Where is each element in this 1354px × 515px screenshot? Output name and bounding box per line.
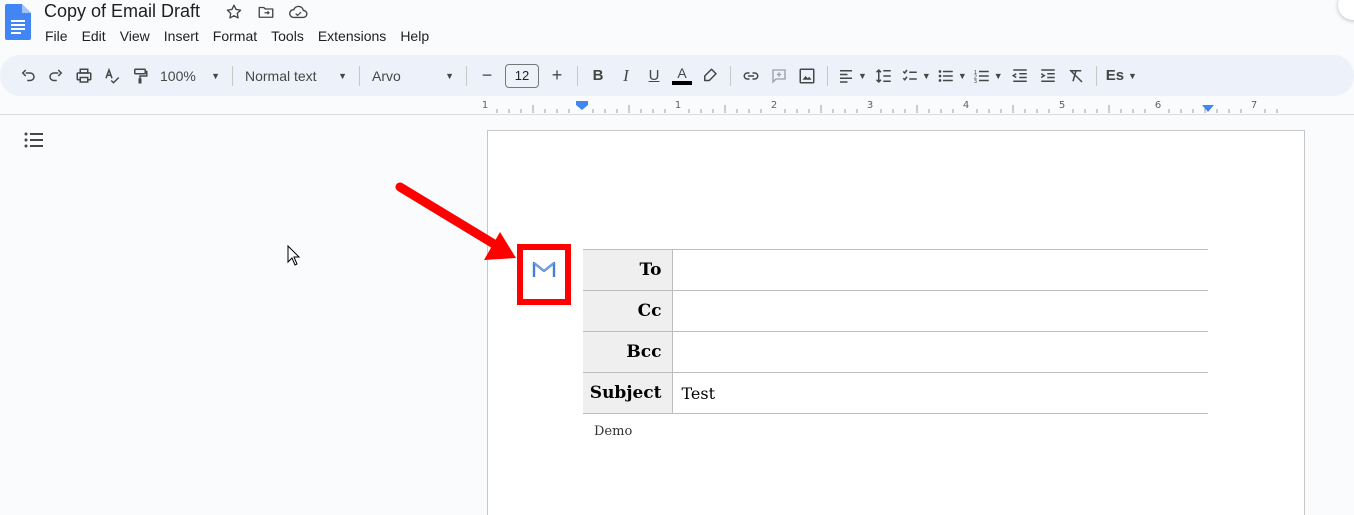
spellcheck-button[interactable] (98, 62, 126, 90)
ruler-label: 6 (1155, 100, 1161, 111)
style-select[interactable]: Normal text ▼ (239, 62, 353, 90)
bold-button[interactable]: B (584, 62, 612, 90)
mouse-cursor-icon (287, 245, 301, 266)
ruler-label: 7 (1251, 100, 1257, 111)
decrease-indent-button[interactable] (1006, 62, 1034, 90)
divider (232, 65, 233, 86)
to-field[interactable] (671, 249, 1208, 291)
ruler-label: 1 (675, 100, 681, 111)
move-to-folder-icon[interactable] (256, 2, 276, 22)
side-panel-toggle[interactable] (1338, 0, 1354, 20)
style-value: Normal text (245, 67, 317, 84)
divider (730, 65, 731, 86)
highlight-color-button[interactable] (696, 62, 724, 90)
chevron-down-icon: ▼ (211, 70, 220, 81)
bulleted-list-button[interactable]: ▼ (934, 62, 970, 90)
toolbar: 100% ▼ Normal text ▼ Arvo ▼ − 12 + B I U… (0, 55, 1354, 96)
subject-field[interactable]: Test (671, 372, 1208, 414)
underline-button[interactable]: U (640, 62, 668, 90)
text-color-swatch (672, 81, 692, 85)
ruler-label: 5 (1059, 100, 1065, 111)
email-row-subject: Subject Test (583, 372, 1208, 414)
document-title[interactable]: Copy of Email Draft (44, 1, 200, 22)
divider (466, 65, 467, 86)
increase-font-size-button[interactable]: + (543, 62, 571, 90)
font-size-input[interactable]: 12 (505, 63, 539, 88)
checklist-button[interactable]: ▼ (898, 62, 934, 90)
chevron-down-icon: ▼ (993, 70, 1003, 81)
ruler-label: 1 (482, 100, 488, 111)
email-body-text[interactable]: Demo (594, 424, 632, 439)
menu-file[interactable]: File (38, 27, 75, 45)
email-draft-table: To Cc Bcc Subject Test (583, 249, 1208, 414)
email-field-label: To (583, 249, 672, 291)
left-indent-marker[interactable] (576, 101, 588, 110)
zoom-value: 100% (160, 67, 196, 84)
divider (1095, 65, 1097, 86)
ruler-label: 3 (867, 100, 873, 111)
menu-view[interactable]: View (113, 27, 157, 45)
annotation-arrow (395, 182, 516, 260)
font-select[interactable]: Arvo ▼ (366, 62, 460, 90)
google-docs-icon[interactable] (5, 4, 31, 40)
chevron-down-icon: ▼ (1128, 70, 1137, 81)
insert-image-button[interactable] (793, 62, 821, 90)
numbered-list-button[interactable]: 123 ▼ (970, 62, 1006, 90)
divider (0, 114, 1354, 115)
email-row-cc: Cc (583, 290, 1208, 332)
italic-button[interactable]: I (612, 62, 640, 90)
menu-help[interactable]: Help (393, 27, 436, 45)
document-outline-icon[interactable] (24, 131, 44, 149)
bcc-field[interactable] (671, 331, 1208, 373)
chevron-down-icon: ▼ (858, 70, 867, 81)
chevron-down-icon: ▼ (957, 70, 967, 81)
ruler-label: 2 (771, 100, 777, 111)
decrease-font-size-button[interactable]: − (473, 62, 501, 90)
menu-extensions[interactable]: Extensions (311, 27, 393, 45)
email-field-label: Bcc (583, 331, 672, 373)
menu-edit[interactable]: Edit (75, 27, 113, 45)
input-tools-button[interactable]: Es ▼ (1103, 62, 1140, 90)
zoom-select[interactable]: 100% ▼ (154, 62, 226, 90)
insert-link-button[interactable] (737, 62, 765, 90)
input-tools-label: Es (1105, 67, 1125, 84)
ruler-label: 4 (963, 100, 969, 111)
chevron-down-icon: ▼ (338, 70, 347, 81)
email-field-label: Cc (583, 290, 672, 332)
menu-format[interactable]: Format (206, 27, 264, 45)
email-row-bcc: Bcc (583, 331, 1208, 373)
clear-formatting-button[interactable] (1062, 62, 1090, 90)
right-indent-marker[interactable] (1202, 105, 1214, 112)
menu-insert[interactable]: Insert (157, 27, 206, 45)
divider (827, 65, 828, 86)
text-color-button[interactable]: A (668, 62, 696, 90)
menu-tools[interactable]: Tools (264, 27, 311, 45)
paint-format-button[interactable] (126, 62, 154, 90)
align-button[interactable]: ▼ (834, 62, 870, 90)
gmail-draft-icon[interactable] (531, 258, 557, 280)
divider (577, 65, 578, 86)
menu-bar: File Edit View Insert Format Tools Exten… (38, 27, 436, 45)
chevron-down-icon: ▼ (921, 70, 931, 81)
chevron-down-icon: ▼ (445, 70, 454, 81)
cloud-status-icon[interactable] (288, 2, 308, 22)
email-field-label: Subject (583, 372, 672, 414)
add-comment-button[interactable] (765, 62, 793, 90)
svg-text:3: 3 (974, 78, 977, 84)
horizontal-ruler[interactable]: 1 1 2 3 4 5 6 7 (480, 97, 1310, 115)
font-value: Arvo (372, 67, 401, 84)
redo-button[interactable] (42, 62, 70, 90)
star-icon[interactable] (224, 2, 244, 22)
print-button[interactable] (70, 62, 98, 90)
line-spacing-button[interactable] (870, 62, 898, 90)
increase-indent-button[interactable] (1034, 62, 1062, 90)
undo-button[interactable] (14, 62, 42, 90)
text-color-letter: A (677, 65, 687, 81)
email-row-to: To (583, 249, 1208, 291)
divider (359, 65, 360, 86)
cc-field[interactable] (671, 290, 1208, 332)
